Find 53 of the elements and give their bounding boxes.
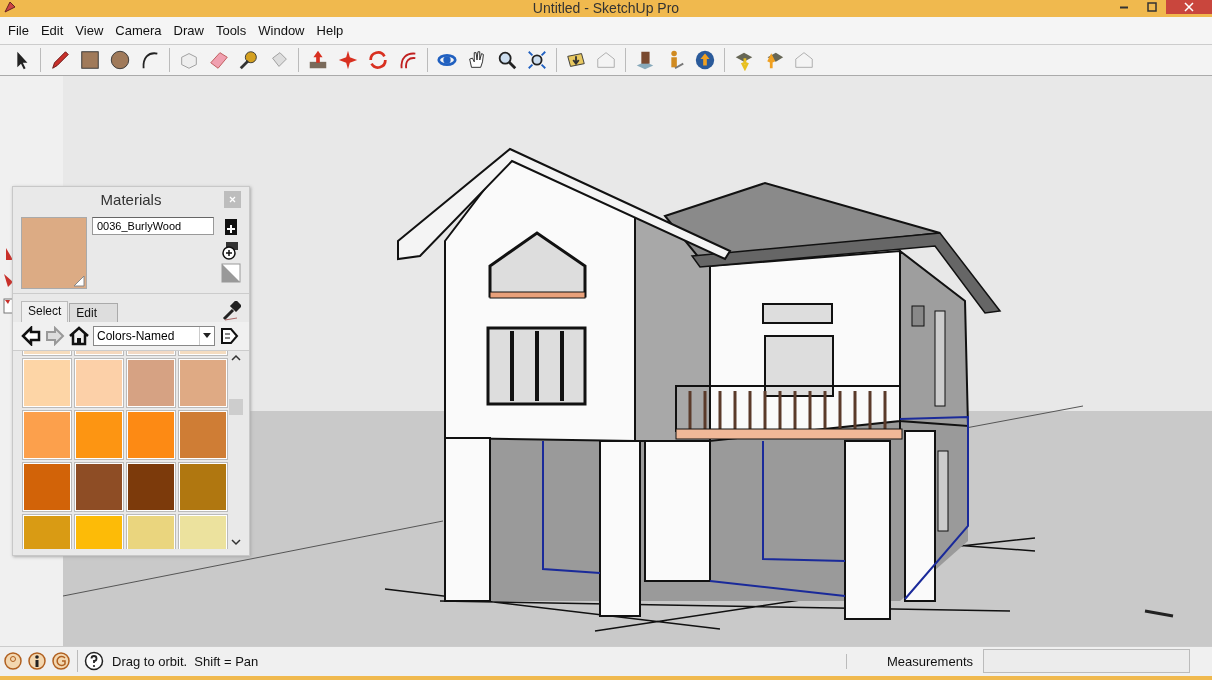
back-arrow-icon[interactable] — [21, 325, 41, 346]
color-swatch[interactable] — [23, 358, 71, 407]
credits-person-icon[interactable] — [27, 651, 47, 672]
material-name-field[interactable]: 0036_BurlyWood — [92, 216, 214, 235]
minimize-icon — [1119, 5, 1129, 9]
color-swatch[interactable] — [75, 358, 123, 407]
close-icon — [229, 195, 236, 203]
geo-location-icon[interactable] — [3, 651, 23, 672]
create-material-icon[interactable] — [221, 239, 241, 260]
close-button[interactable] — [1166, 0, 1212, 14]
color-swatch[interactable] — [75, 514, 123, 549]
color-swatch[interactable] — [23, 514, 71, 549]
caret-icon — [203, 333, 211, 339]
color-swatch[interactable] — [127, 358, 175, 407]
color-swatch[interactable] — [127, 410, 175, 459]
menu-item[interactable]: Edit — [34, 22, 70, 38]
measurements-field[interactable] — [983, 649, 1190, 674]
cursor-mark — [1144, 609, 1174, 618]
menu-item[interactable]: File — [2, 22, 35, 38]
panel-tab[interactable]: Select — [21, 300, 69, 322]
menu-item[interactable]: Window — [252, 22, 311, 38]
panel-title: Materials — [100, 191, 162, 209]
account-g-icon[interactable] — [51, 651, 71, 672]
menu-item[interactable]: Help — [310, 22, 350, 38]
menu-item[interactable]: Draw — [167, 22, 210, 38]
menu-item[interactable]: View — [69, 22, 110, 38]
color-swatch[interactable] — [75, 462, 123, 511]
color-swatch[interactable] — [179, 410, 227, 459]
home-icon[interactable] — [69, 325, 89, 346]
color-swatch[interactable] — [127, 462, 175, 511]
measurements-label: Measurements — [846, 653, 979, 669]
library-dropdown[interactable]: Colors-Named — [93, 325, 215, 346]
color-swatch[interactable] — [179, 514, 227, 549]
color-swatch[interactable] — [23, 462, 71, 511]
color-swatch[interactable] — [127, 514, 175, 549]
color-swatch[interactable] — [23, 410, 71, 459]
close-icon — [1184, 2, 1194, 12]
eyedropper-icon[interactable] — [221, 300, 241, 321]
maximize-icon — [1147, 2, 1157, 12]
color-swatch[interactable] — [75, 410, 123, 459]
color-swatch[interactable] — [179, 462, 227, 511]
window-title: Untitled - SketchUp Pro — [532, 0, 680, 17]
scrollbar-thumb[interactable] — [229, 398, 243, 415]
panel-tab[interactable]: Edit — [69, 302, 119, 322]
menu-item[interactable]: Camera — [109, 22, 168, 38]
status-hint: Drag to orbit. Shift = Pan — [112, 653, 259, 669]
help-icon[interactable] — [84, 651, 104, 672]
details-arrow-icon[interactable] — [219, 325, 239, 346]
color-swatch[interactable] — [179, 358, 227, 407]
menu-item[interactable]: Tools — [209, 22, 253, 38]
page-tool-icon[interactable] — [0, 297, 14, 314]
corner-triangle-icon — [73, 274, 85, 287]
app-logo-icon — [3, 0, 17, 14]
